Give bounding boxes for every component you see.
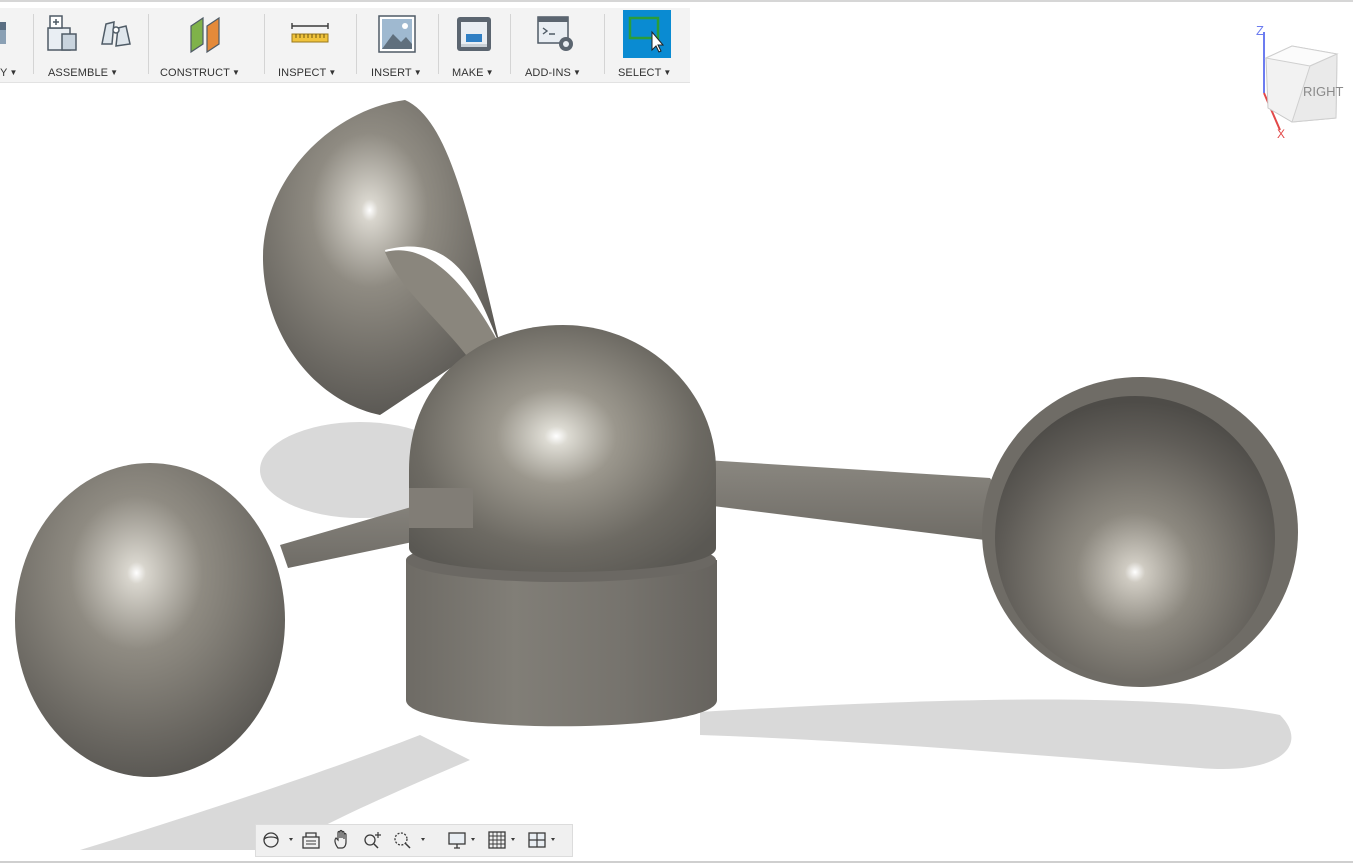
divider — [510, 14, 511, 74]
main-toolbar: Y ▼ ASSEMBLE ▼ CONSTRUCT ▼ INSPECT ▼ INS… — [0, 8, 690, 83]
toolbar-label-modify: Y — [0, 67, 8, 79]
divider — [33, 14, 34, 74]
cup-left[interactable] — [15, 463, 285, 777]
look-at-icon[interactable] — [300, 829, 322, 851]
dropdown-caret-icon: ▼ — [485, 68, 494, 77]
toolbar-group-inspect[interactable]: INSPECT ▼ — [270, 8, 352, 82]
toolbar-label-insert: INSERT — [371, 67, 412, 79]
grid-settings-icon[interactable] — [486, 829, 524, 851]
dropdown-caret-icon: ▼ — [9, 68, 18, 77]
pan-icon[interactable] — [331, 829, 353, 851]
measure-icon — [291, 23, 329, 43]
divider — [264, 14, 265, 74]
3d-print-icon — [457, 17, 491, 51]
navigation-bar — [255, 824, 573, 857]
toolbar-group-modify[interactable]: Y ▼ — [0, 8, 32, 82]
axis-z-label: Z — [1256, 23, 1264, 38]
zoom-window-icon[interactable] — [391, 829, 431, 851]
toolbar-label-select: SELECT — [618, 67, 662, 79]
toolbar-group-assemble[interactable]: ASSEMBLE ▼ — [38, 8, 146, 82]
scripts-icon — [537, 16, 573, 51]
divider — [356, 14, 357, 74]
toolbar-label-make: MAKE — [452, 67, 484, 79]
dropdown-caret-icon: ▼ — [110, 68, 119, 77]
insert-image-icon — [378, 15, 416, 53]
toolbar-label-assemble: ASSEMBLE — [48, 67, 109, 79]
toolbar-group-make[interactable]: MAKE ▼ — [444, 8, 506, 82]
viewcube-face-right[interactable]: RIGHT — [1303, 84, 1344, 99]
divider — [148, 14, 149, 74]
toolbar-label-construct: CONSTRUCT — [160, 67, 230, 79]
offset-plane-icon — [190, 16, 220, 54]
divider — [604, 14, 605, 74]
display-settings-icon[interactable] — [446, 829, 484, 851]
zoom-icon[interactable] — [361, 829, 383, 851]
anemometer-model[interactable] — [0, 0, 1353, 863]
dropdown-caret-icon: ▼ — [663, 68, 672, 77]
modify-icon — [0, 22, 6, 44]
toolbar-group-insert[interactable]: INSERT ▼ — [362, 8, 436, 82]
dropdown-caret-icon: ▼ — [572, 68, 581, 77]
dropdown-caret-icon: ▼ — [231, 68, 240, 77]
toolbar-group-construct[interactable]: CONSTRUCT ▼ — [152, 8, 260, 82]
viewcube[interactable]: Z X RIGHT — [1252, 18, 1344, 142]
axis-x-label: X — [1277, 127, 1285, 141]
toolbar-group-select[interactable]: SELECT ▼ — [608, 8, 688, 82]
toolbar-label-add-ins: ADD-INS — [525, 67, 571, 79]
dropdown-caret-icon: ▼ — [413, 68, 422, 77]
toolbar-group-add-ins[interactable]: ADD-INS ▼ — [516, 8, 600, 82]
toolbar-label-inspect: INSPECT — [278, 67, 327, 79]
dropdown-caret-icon: ▼ — [328, 68, 337, 77]
select-window-icon — [628, 16, 665, 53]
joint-icon — [101, 21, 131, 47]
orbit-icon[interactable] — [260, 829, 298, 851]
cup-right[interactable] — [982, 377, 1298, 687]
viewports-icon[interactable] — [526, 829, 564, 851]
arm-right — [705, 460, 997, 540]
divider — [438, 14, 439, 74]
new-component-icon — [47, 15, 77, 51]
canvas-3d-viewport[interactable]: Y ▼ ASSEMBLE ▼ CONSTRUCT ▼ INSPECT ▼ INS… — [0, 0, 1353, 863]
